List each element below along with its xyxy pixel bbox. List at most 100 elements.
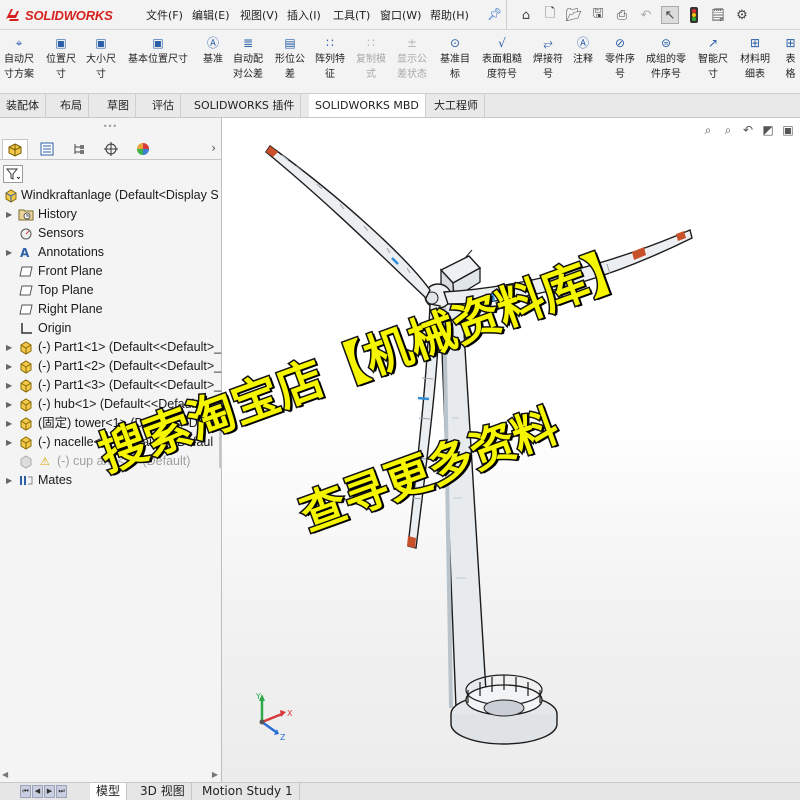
tree-item-part1-2-default-default[interactable]: ▶ (-) Part1<2> (Default<<Default>_ (0, 357, 222, 376)
menu-edit[interactable]: 编辑(E) (192, 7, 230, 23)
command-basic-location-dimension-button[interactable]: ▣ 基本位置尺寸 (128, 36, 188, 67)
tab-5[interactable]: SOLIDWORKS MBD (309, 94, 426, 117)
configuration-manager-tab-icon[interactable] (66, 139, 92, 159)
home-icon[interactable]: ⌂ (517, 6, 535, 24)
command-label-line-1: 阵列特 (315, 54, 345, 65)
tree-item-label: Top Plane (38, 283, 94, 297)
tree-item-part1-1-default-default[interactable]: ▶ (-) Part1<1> (Default<<Default>_ (0, 338, 222, 357)
command-show-tolerance-status-button[interactable]: ± 显示公 差状态 (397, 36, 427, 82)
expand-arrow-icon[interactable]: ▶ (6, 357, 12, 376)
menu-tools[interactable]: 工具(T) (333, 7, 370, 23)
sensors-icon (18, 226, 34, 241)
menu-file[interactable]: 文件(F) (146, 7, 183, 23)
menu-view[interactable]: 视图(V) (240, 7, 278, 23)
command-datum-button[interactable]: Ⓐ 基准 (203, 36, 223, 67)
save-icon[interactable]: 🖫︎ (589, 6, 607, 24)
command-bill-of-materials-button[interactable]: ⊞ 材料明 细表 (740, 36, 770, 82)
command-geometric-tolerance-button[interactable]: ▤ 形位公差 (275, 36, 305, 82)
scroll-left-icon[interactable]: ◀ (2, 770, 8, 779)
previous-tab-icon[interactable]: ◀ (32, 785, 43, 798)
select-arrow-icon[interactable]: ↖ (661, 6, 679, 24)
first-tab-icon[interactable]: ⏮︎ (20, 785, 31, 798)
pin-menu-icon[interactable]: 📌︎ (487, 7, 502, 21)
scroll-right-icon[interactable]: ▶ (212, 770, 218, 779)
tab-3[interactable]: 评估 (146, 94, 181, 117)
tree-item-origin[interactable]: Origin (0, 319, 222, 338)
tree-item-front-plane[interactable]: Front Plane (0, 262, 222, 281)
command-label-line-1: 形位公 (275, 54, 305, 65)
tree-item-sensors[interactable]: Sensors (0, 224, 222, 243)
tree-item-top-plane[interactable]: Top Plane (0, 281, 222, 300)
plane-icon (18, 302, 34, 317)
dimxpert-manager-tab-icon[interactable] (98, 139, 124, 159)
tree-horizontal-scrollbar[interactable]: ◀ ▶ (0, 770, 220, 782)
command-location-dimension-button[interactable]: ▣ 位置尺寸 (46, 36, 76, 82)
command-smart-dimension-button[interactable]: ↗ 智能尺寸 (698, 36, 728, 82)
tab-1[interactable]: 布局 (54, 94, 89, 117)
feature-manager-tab-icon[interactable] (2, 139, 28, 159)
tree-root-assembly[interactable]: Windkraftanlage (Default<Display S (0, 186, 222, 205)
tab-4[interactable]: SOLIDWORKS 插件 (188, 94, 302, 117)
command-label-line-1: 大小尺 (86, 54, 116, 65)
display-manager-tab-icon[interactable] (130, 139, 156, 159)
command-stacked-balloon-button[interactable]: ⊜ 成组的零 件序号 (646, 36, 686, 82)
expand-arrow-icon[interactable]: ▶ (6, 471, 12, 490)
last-tab-icon[interactable]: ⏭︎ (56, 785, 67, 798)
menu-insert[interactable]: 插入(I) (287, 7, 321, 23)
tree-item-label: Right Plane (38, 302, 103, 316)
expand-arrow-icon[interactable]: ▶ (6, 243, 12, 262)
expand-arrow-icon[interactable]: ▶ (6, 376, 12, 395)
command-manager-tabs: 装配体 布局 草图 评估 SOLIDWORKS 插件 SOLIDWORKS MBD 大工程师 (0, 94, 800, 118)
tab-2[interactable]: 草图 (101, 94, 136, 117)
expand-arrow-icon[interactable]: ▶ (6, 338, 12, 357)
command-table-button[interactable]: ⊞ 表格 (781, 36, 800, 82)
tab-motion-study[interactable]: Motion Study 1 (196, 783, 300, 800)
solidworks-logo[interactable]: SOLIDWORKS (4, 5, 113, 25)
tab-model[interactable]: 模型 (90, 783, 128, 800)
ds-logo-icon (6, 9, 19, 21)
command-label-line-2: 度符号 (487, 69, 517, 80)
undo-icon[interactable]: ↶ (637, 6, 655, 24)
expand-arrow-icon[interactable]: ▶ (6, 414, 12, 433)
size-dimension-icon: ▣ (95, 36, 107, 50)
new-document-icon[interactable]: 🗋︎ (541, 6, 559, 24)
next-tab-icon[interactable]: ▶ (44, 785, 55, 798)
command-balloon-button[interactable]: ⊘ 零件序号 (605, 36, 635, 82)
rebuild-traffic-light-icon[interactable] (685, 6, 703, 24)
file-properties-icon[interactable]: 🗒︎ (709, 6, 727, 24)
panel-more-chevron-icon[interactable]: › (211, 141, 216, 155)
command-auto-dimension-button[interactable]: ⌖ 自动尺 寸方案 (4, 36, 34, 82)
command-pattern-feature-button[interactable]: ∷ 阵列特征 (315, 36, 345, 82)
options-gear-icon[interactable]: ⚙ (733, 6, 751, 24)
print-icon[interactable]: ⎙ (613, 6, 631, 24)
property-manager-tab-icon[interactable] (34, 139, 60, 159)
menu-window[interactable]: 窗口(W) (380, 7, 421, 23)
command-label-line-2: 差状态 (397, 69, 427, 80)
command-label-line-1: 基准目 (440, 54, 470, 65)
command-note-button[interactable]: Ⓐ 注释 (573, 36, 593, 67)
tab-3d-view[interactable]: 3D 视图 (134, 783, 192, 800)
tab-6[interactable]: 大工程师 (428, 94, 485, 117)
command-surface-finish-button[interactable]: √ 表面粗糙 度符号 (482, 36, 522, 82)
command-copy-scheme-button[interactable]: ∷ 复制模式 (356, 36, 386, 82)
command-datum-target-button[interactable]: ⊙ 基准目标 (440, 36, 470, 82)
command-auto-pair-tolerance-button[interactable]: ≣ 自动配 对公差 (233, 36, 263, 82)
command-size-dimension-button[interactable]: ▣ 大小尺寸 (86, 36, 116, 82)
command-label-line-2: 征 (325, 69, 335, 80)
tree-item-history[interactable]: ▶ History (0, 205, 222, 224)
tree-item-annotations[interactable]: ▶ A Annotations (0, 243, 222, 262)
tree-item-label: Front Plane (38, 264, 103, 278)
expand-arrow-icon[interactable]: ▶ (6, 205, 12, 224)
open-folder-icon[interactable]: 📂︎ (565, 6, 583, 24)
brand-name: SOLIDWORKS (25, 7, 113, 23)
tree-item-right-plane[interactable]: Right Plane (0, 300, 222, 319)
command-weld-symbol-button[interactable]: ⥂ 焊接符号 (533, 36, 563, 82)
filter-funnel-icon[interactable] (3, 165, 23, 183)
panel-grip[interactable]: ••• (100, 122, 120, 131)
part-icon (18, 435, 34, 450)
menu-help[interactable]: 帮助(H) (430, 7, 469, 23)
expand-arrow-icon[interactable]: ▶ (6, 395, 12, 414)
command-label-line-1: 自动配 (233, 54, 263, 65)
tab-0[interactable]: 装配体 (0, 94, 46, 117)
expand-arrow-icon[interactable]: ▶ (6, 433, 12, 452)
